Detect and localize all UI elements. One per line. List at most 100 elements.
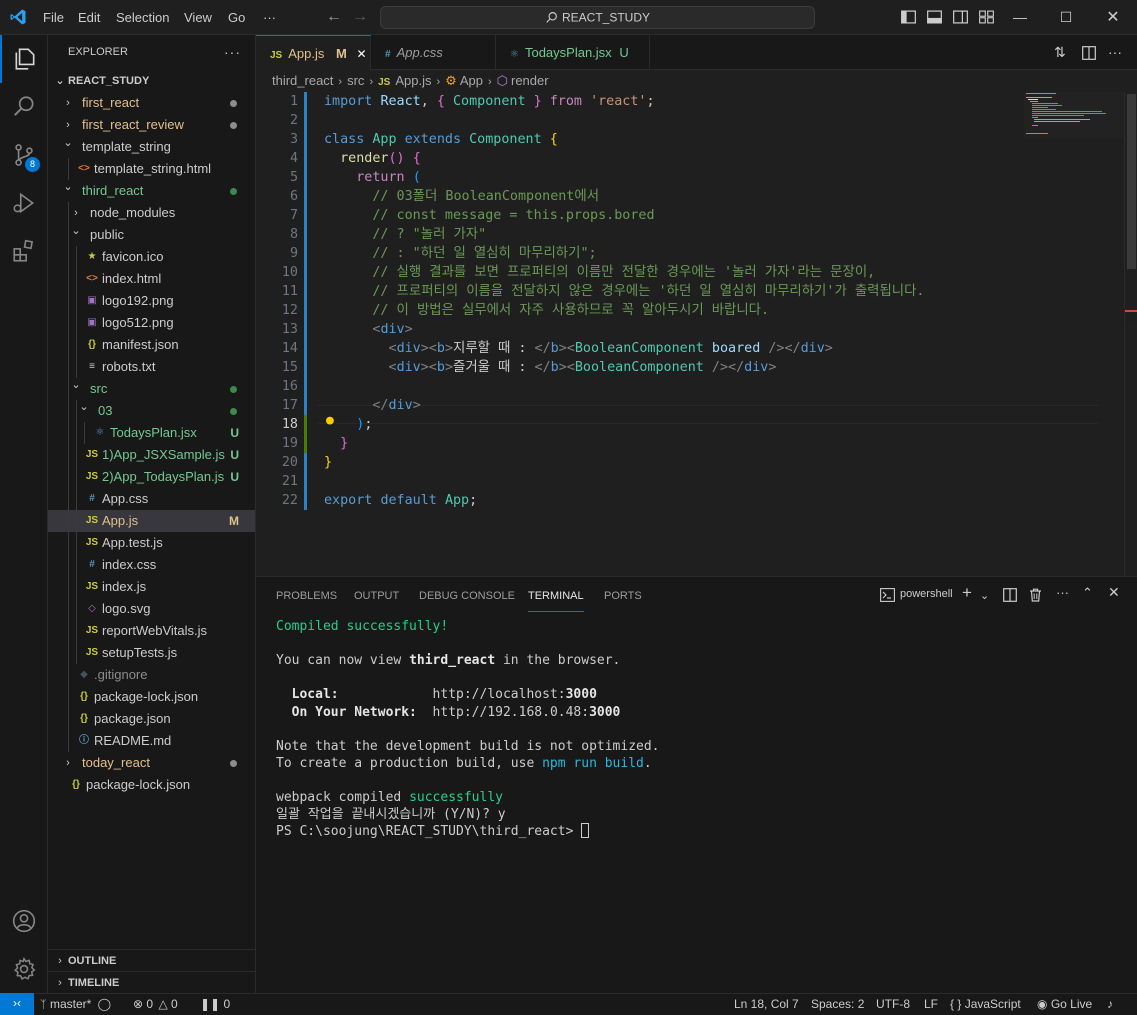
tree-file[interactable]: ★ favicon.ico <box>48 246 255 268</box>
tree-file[interactable]: JS App.test.js <box>48 532 255 554</box>
tab-problems[interactable]: PROBLEMS <box>276 577 337 612</box>
toggle-sidebar-icon[interactable] <box>901 10 916 24</box>
tree-file[interactable]: {} package.json <box>48 708 255 730</box>
tree-file[interactable]: ◇ logo.svg <box>48 598 255 620</box>
explorer-icon[interactable] <box>0 35 48 83</box>
menu-view[interactable]: View <box>184 0 212 35</box>
close-tab-icon[interactable]: ✕ <box>356 47 366 61</box>
menu-file[interactable]: File <box>43 0 64 35</box>
split-editor-icon[interactable] <box>1082 46 1096 60</box>
search-view-icon[interactable] <box>0 83 48 131</box>
lightbulb-icon[interactable]: ● <box>326 413 334 428</box>
problems-indicator[interactable]: ⊗ 0 △ 0 <box>133 994 178 1015</box>
close-window-icon[interactable]: ✕ <box>1090 0 1136 35</box>
tab-output[interactable]: OUTPUT <box>354 577 399 612</box>
tree-folder[interactable]: › today_react <box>48 752 255 774</box>
tree-file[interactable]: ⓘ README.md <box>48 730 255 752</box>
tree-file[interactable]: JS 1)App_JSXSample.js U <box>48 444 255 466</box>
tree-file[interactable]: JS 2)App_TodaysPlan.js U <box>48 466 255 488</box>
tree-file[interactable]: # App.css <box>48 488 255 510</box>
source-control-icon[interactable]: 8 <box>0 131 48 179</box>
menu-selection[interactable]: Selection <box>116 0 169 35</box>
language-mode[interactable]: { } JavaScript <box>950 994 1021 1015</box>
tab-app-css[interactable]: # App.css <box>371 35 496 70</box>
tab-ports[interactable]: PORTS <box>604 577 642 612</box>
panel-more-icon[interactable]: ··· <box>1056 585 1069 600</box>
ports-indicator[interactable]: ❚❚ 0 <box>200 994 230 1015</box>
command-center-search[interactable]: REACT_STUDY <box>380 6 815 29</box>
split-terminal-icon[interactable] <box>1003 588 1017 602</box>
tab-todaysplan-jsx[interactable]: ⚛ TodaysPlan.jsx U <box>496 35 650 70</box>
menu-go[interactable]: Go <box>228 0 245 35</box>
tab-debug-console[interactable]: DEBUG CONSOLE <box>419 577 515 612</box>
tree-file[interactable]: {} package-lock.json <box>48 686 255 708</box>
tree-file[interactable]: JS index.js <box>48 576 255 598</box>
toggle-panel-icon[interactable] <box>927 10 942 24</box>
tree-folder[interactable]: ⌄ 03 <box>48 400 255 422</box>
run-debug-icon[interactable] <box>0 179 48 227</box>
branch-indicator[interactable]: ᛉ master* ◯ <box>40 994 111 1015</box>
tree-file[interactable]: # index.css <box>48 554 255 576</box>
tree-file[interactable]: <> index.html <box>48 268 255 290</box>
scrollbar-thumb[interactable] <box>1127 94 1136 269</box>
timeline-section[interactable]: › TIMELINE <box>48 971 255 993</box>
menu-more[interactable]: ··· <box>263 0 276 35</box>
git-file-icon: ◆ <box>80 669 88 680</box>
tree-file[interactable]: {} manifest.json <box>48 334 255 356</box>
forward-arrow-icon[interactable]: → <box>352 8 368 26</box>
line-number: 2 <box>289 113 298 128</box>
menu-edit[interactable]: Edit <box>78 0 100 35</box>
outline-section[interactable]: › OUTLINE <box>48 949 255 971</box>
tab-app-js[interactable]: JS App.js M ✕ <box>256 35 371 70</box>
extensions-icon[interactable] <box>0 227 48 275</box>
minimize-icon[interactable]: — <box>997 0 1043 35</box>
terminal-shell-label[interactable]: powershell <box>900 588 953 600</box>
tree-folder[interactable]: ⌄ template_string <box>48 136 255 158</box>
customize-layout-icon[interactable] <box>979 10 994 24</box>
indentation[interactable]: Spaces: 2 <box>811 994 864 1015</box>
tree-file[interactable]: JS setupTests.js <box>48 642 255 664</box>
tree-folder[interactable]: › first_react_review <box>48 114 255 136</box>
tree-folder[interactable]: ⌄ third_react <box>48 180 255 202</box>
tree-folder[interactable]: › first_react <box>48 92 255 114</box>
toggle-secondary-sidebar-icon[interactable] <box>953 10 968 24</box>
breadcrumb-symbol[interactable]: App <box>460 73 483 88</box>
account-icon[interactable] <box>0 897 48 945</box>
remote-indicator-icon[interactable]: ›‹ <box>0 993 34 1015</box>
settings-gear-icon[interactable] <box>0 945 48 993</box>
breadcrumb-folder[interactable]: src <box>347 73 364 88</box>
tree-file[interactable]: JS App.js M <box>48 510 255 532</box>
encoding[interactable]: UTF-8 <box>876 994 910 1015</box>
chevron-down-icon[interactable]: ⌄ <box>980 589 989 602</box>
minimap[interactable] <box>1024 92 1124 152</box>
breadcrumb-folder[interactable]: third_react <box>272 73 333 88</box>
tree-file[interactable]: ⚛ TodaysPlan.jsx U <box>48 422 255 444</box>
breadcrumb-file[interactable]: App.js <box>395 73 431 88</box>
tree-folder[interactable]: ⌄ public <box>48 224 255 246</box>
kill-terminal-trash-icon[interactable] <box>1029 588 1042 602</box>
compare-changes-icon[interactable]: ⇅ <box>1054 44 1066 61</box>
tree-file[interactable]: ▣ logo512.png <box>48 312 255 334</box>
explorer-more-icon[interactable]: ··· <box>224 35 241 70</box>
editor-more-icon[interactable]: ··· <box>1108 44 1122 60</box>
cursor-position[interactable]: Ln 18, Col 7 <box>734 994 799 1015</box>
back-arrow-icon[interactable]: ← <box>326 8 342 26</box>
tab-terminal[interactable]: TERMINAL <box>528 577 584 612</box>
tree-file[interactable]: {} package-lock.json <box>48 774 255 796</box>
breadcrumb-symbol[interactable]: render <box>511 73 549 88</box>
notifications-bell-icon[interactable]: ♪ <box>1107 994 1113 1015</box>
code-editor[interactable]: 1 import React, { Component } from 'react… <box>256 92 1137 576</box>
tree-file[interactable]: ◆ .gitignore <box>48 664 255 686</box>
editor-scrollbar[interactable] <box>1124 92 1137 576</box>
workspace-root[interactable]: ⌄ REACT_STUDY <box>48 70 255 92</box>
tree-file[interactable]: JS reportWebVitals.js <box>48 620 255 642</box>
maximize-panel-chevron-up-icon[interactable]: ⌃ <box>1082 585 1093 601</box>
tree-file[interactable]: ▣ logo192.png <box>48 290 255 312</box>
go-live-button[interactable]: ◉ Go Live <box>1037 994 1092 1015</box>
new-terminal-icon[interactable]: + <box>962 583 972 603</box>
js-file-icon: JS <box>85 515 99 526</box>
close-panel-icon[interactable]: ✕ <box>1108 584 1120 601</box>
tree-file[interactable]: <> template_string.html <box>48 158 255 180</box>
maximize-icon[interactable]: ☐ <box>1043 0 1089 35</box>
line-ending[interactable]: LF <box>924 994 938 1015</box>
